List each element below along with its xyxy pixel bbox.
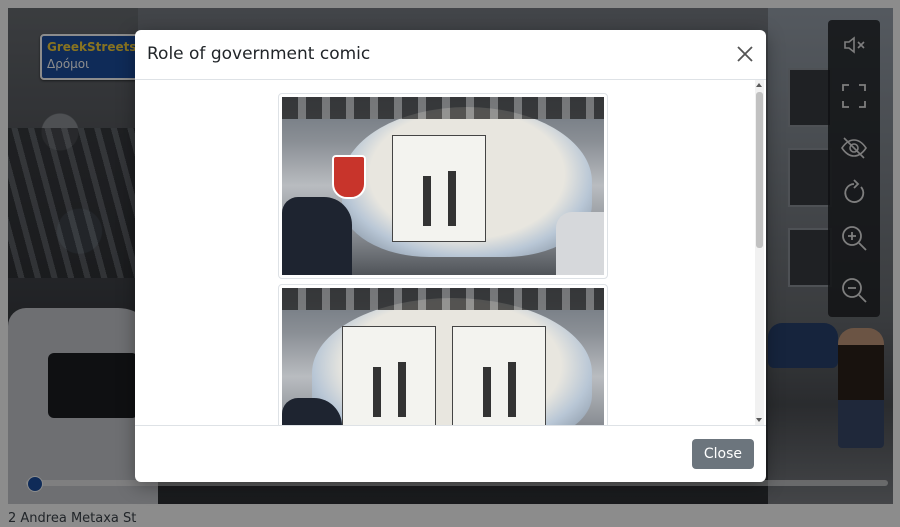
modal-title: Role of government comic — [147, 44, 371, 64]
close-button[interactable]: Close — [691, 439, 754, 469]
photo-graffiti-tag — [282, 288, 604, 310]
modal-header: Role of government comic — [135, 30, 766, 80]
modal-close-button[interactable] — [734, 43, 756, 65]
photo-comic-poster — [452, 326, 546, 425]
scroll-down-icon[interactable] — [756, 418, 762, 422]
photo-comic-poster — [392, 135, 486, 242]
modal-body[interactable] — [135, 80, 766, 425]
address-label: 2 Andrea Metaxa St — [8, 511, 137, 526]
comic-photo-image — [282, 288, 604, 425]
comic-photo-image — [282, 97, 604, 275]
close-icon — [737, 46, 753, 62]
comic-photo-1[interactable] — [278, 93, 608, 279]
comic-modal: Role of government comic Close — [135, 30, 766, 482]
scrollbar-thumb[interactable] — [756, 92, 763, 248]
scroll-up-icon[interactable] — [756, 83, 762, 87]
modal-scrollbar[interactable] — [755, 80, 764, 425]
modal-footer: Close — [135, 425, 766, 482]
photo-car — [282, 197, 352, 275]
photo-graffiti-tag — [282, 97, 604, 119]
photo-car — [556, 212, 604, 275]
photo-comic-poster — [342, 326, 436, 425]
photo-shield-emblem — [332, 155, 366, 199]
comic-photo-2[interactable] — [278, 284, 608, 425]
